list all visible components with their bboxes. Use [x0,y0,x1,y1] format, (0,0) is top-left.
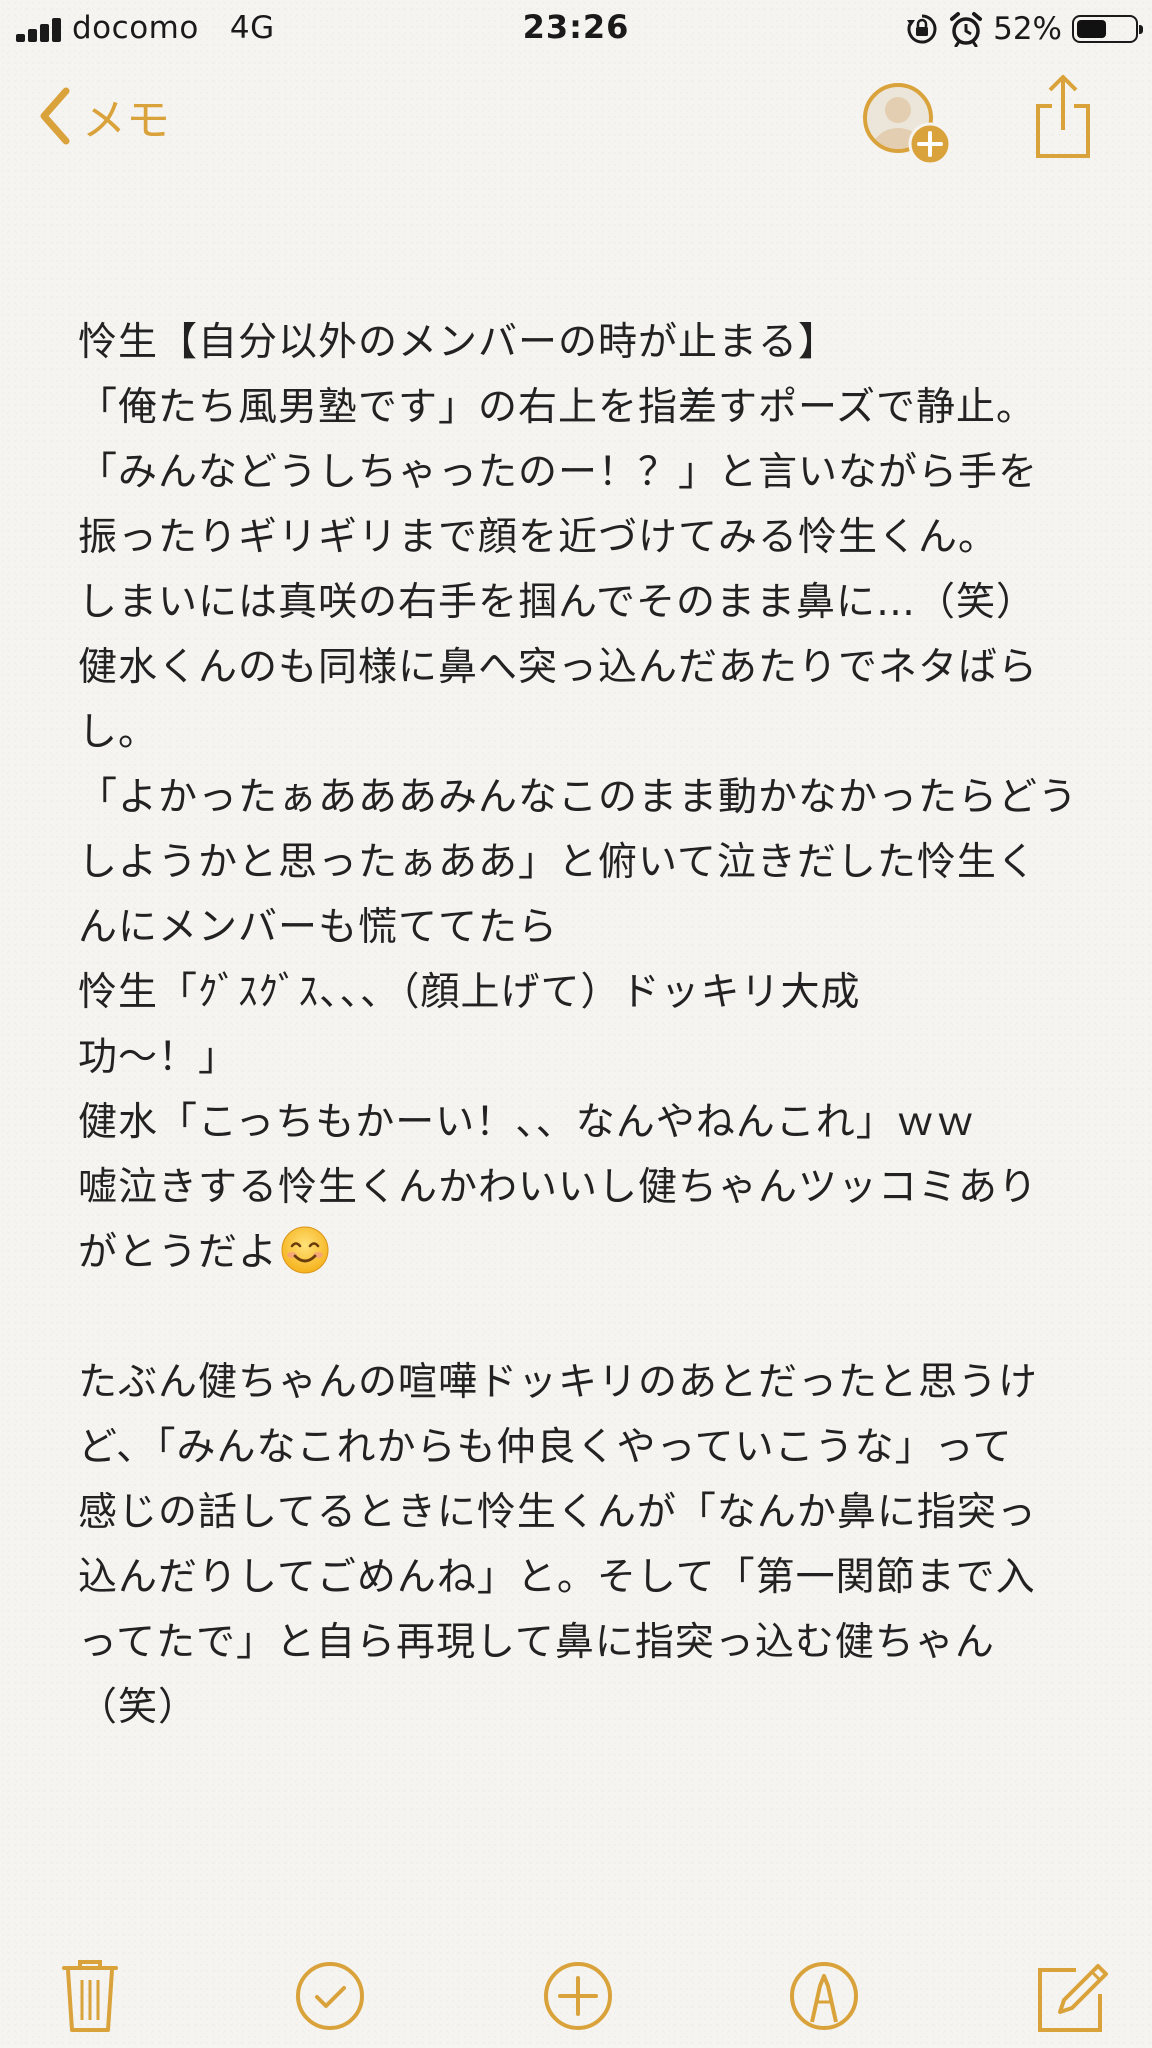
note-line: し。 [78,710,159,755]
trash-icon[interactable] [50,1956,130,2036]
back-button[interactable]: メモ [38,84,170,148]
back-label: メモ [82,95,170,146]
bottom-toolbar [0,1932,1152,2048]
note-line: 「よかったぁあああみんなこのまま動かなかったらどう [78,775,1079,820]
note-line: ど、「みんなこれからも仲良くやっていこうな」って [78,1425,1013,1470]
checklist-icon[interactable] [290,1956,370,2036]
share-icon[interactable] [1032,72,1094,162]
alarm-icon [950,12,983,47]
note-line: 功〜！」 [78,1035,239,1080]
note-line: 怜生【自分以外のメンバーの時が止まる】 [78,320,839,365]
battery-icon [1072,15,1143,43]
note-line: （笑） [78,1685,199,1730]
battery-fill [1077,20,1107,38]
note-line-text: がとうだよ [78,1230,279,1275]
note-line-with-emoji: がとうだよ [78,1220,1078,1285]
note-line: 健水「こっちもかーい！、、なんやねんこれ」ｗｗ [78,1100,976,1145]
note-line-blank [78,1285,1078,1350]
note-line: 怜生「ｸﾞｽｸﾞｽ、、、（顔上げて）ドッキリ大成 [78,970,861,1015]
note-line: 振ったりギリギリまで顔を近づけてみる怜生くん。 [78,515,999,560]
note-body[interactable]: 怜生【自分以外のメンバーの時が止まる】 「俺たち風男塾です」の右上を指差すポーズ… [78,310,1078,1740]
add-person-icon[interactable] [858,78,954,170]
note-line: 「俺たち風男塾です」の右上を指差すポーズで静止。 [78,385,1037,430]
note-line: 健水くんのも同様に鼻へ突っ込んだあたりでネタばら [78,645,1039,690]
chevron-left-icon [40,87,70,145]
rotation-lock-icon [907,14,937,44]
note-line: 感じの話してるときに怜生くんが「なんか鼻に指突っ [78,1490,1037,1535]
note-line: 「みんなどうしちゃったのー！？」と言いながら手を [78,450,1039,495]
note-line: ってたで」と自ら再現して鼻に指突っ込む健ちゃん [78,1620,995,1665]
status-right-group: 52% [905,10,1143,48]
markup-icon[interactable] [784,1956,864,2036]
add-icon[interactable] [538,1956,618,2036]
smiling-face-emoji [281,1226,329,1274]
note-line: たぶん健ちゃんの喧嘩ドッキリのあとだったと思うけ [78,1360,1039,1405]
note-line: 込んだりしてごめんね」と。そして「第一関節まで入 [78,1555,1036,1600]
note-line: しようかと思ったぁああ」と俯いて泣きだした怜生く [78,840,1037,885]
compose-icon[interactable] [1032,1956,1112,2036]
note-line: しまいには真咲の右手を掴んでそのまま鼻に…（笑） [78,580,1037,625]
battery-percent: 52% [993,11,1062,47]
note-line: 嘘泣きする怜生くんかわいいし健ちゃんツッコミあり [78,1165,1039,1210]
navigation-bar: メモ [0,60,1152,176]
status-bar: docomo 4G 23:26 52% [0,0,1152,60]
note-line: んにメンバーも慌ててたら [78,905,559,950]
